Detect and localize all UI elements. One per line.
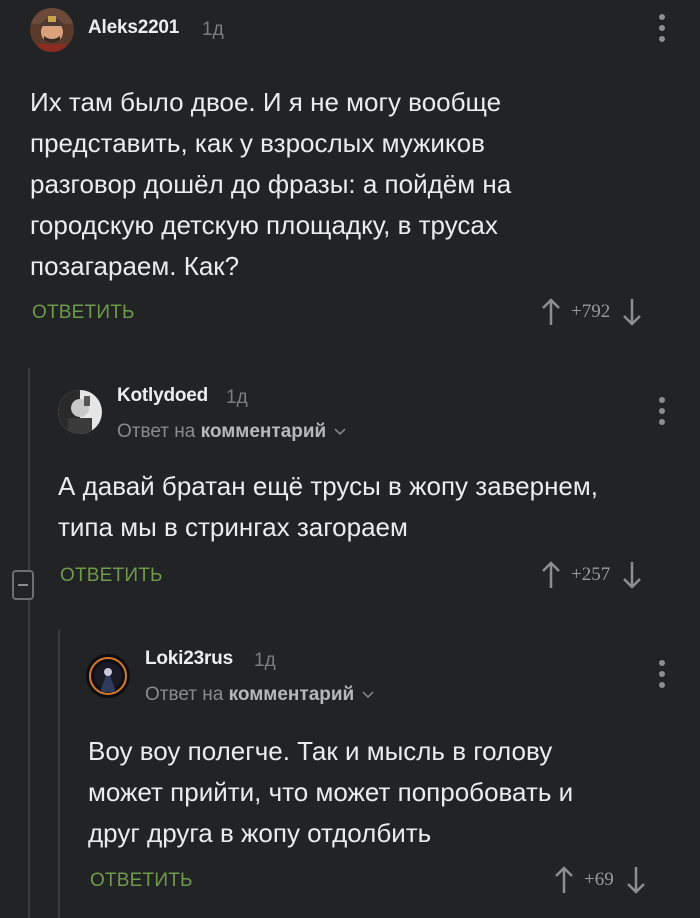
- chevron-down-icon[interactable]: [333, 427, 346, 437]
- comment-text: Их там было двое. И я не могу вообще пре…: [30, 82, 511, 287]
- comment-time: 1д: [226, 387, 248, 408]
- chevron-down-icon[interactable]: [361, 690, 374, 700]
- comment-time: 1д: [202, 19, 224, 40]
- comment-text-line: типа мы в стрингах загораем: [58, 512, 408, 542]
- reply-to-prefix: Ответ на: [145, 684, 224, 705]
- rating: +257: [571, 564, 611, 585]
- reply-to[interactable]: Ответ на комментарий: [117, 421, 346, 443]
- comment-text-line: Воу воу полегче. Так и мысль в голову: [88, 736, 553, 766]
- more-vertical-icon[interactable]: [658, 660, 666, 688]
- reply-to-target[interactable]: комментарий: [229, 684, 355, 705]
- comment-text-line: позагараем. Как?: [30, 251, 240, 281]
- arrow-up-icon[interactable]: [541, 298, 561, 326]
- more-vertical-icon[interactable]: [658, 14, 666, 42]
- reply-to[interactable]: Ответ на комментарий: [145, 684, 374, 706]
- comment-text-line: А давай братан ещё трусы в жопу завернем…: [58, 471, 598, 501]
- reply-to-prefix: Ответ на: [117, 421, 196, 442]
- thread-line-level-2: [58, 630, 60, 918]
- arrow-down-icon[interactable]: [626, 866, 646, 894]
- avatar[interactable]: [30, 8, 74, 52]
- comment-text-line: Их там было двое. И я не могу вообще: [30, 87, 502, 117]
- reply-button[interactable]: ОТВЕТИТЬ: [60, 565, 163, 587]
- rating: +69: [584, 869, 614, 890]
- comment-text-line: представить, как у взрослых мужиков: [30, 128, 485, 158]
- username[interactable]: Aleks2201: [88, 17, 179, 39]
- comment-text: А давай братан ещё трусы в жопу завернем…: [58, 466, 598, 548]
- vote-block: +792: [541, 298, 642, 326]
- arrow-up-icon[interactable]: [554, 866, 574, 894]
- arrow-up-icon[interactable]: [541, 561, 561, 589]
- collapse-thread-button[interactable]: [12, 570, 34, 600]
- vote-block: +257: [541, 561, 642, 589]
- username[interactable]: Kotlydoed: [117, 385, 208, 407]
- vote-block: +69: [554, 866, 646, 894]
- thread-line-level-1: [28, 368, 30, 918]
- comment-text-line: может прийти, что может попробовать и: [88, 777, 574, 807]
- comment-text-line: друг друга в жопу отдолбить: [88, 818, 432, 848]
- rating: +792: [571, 301, 611, 322]
- comment-text-line: разговор дошёл до фразы: а пойдём на: [30, 169, 512, 199]
- arrow-down-icon[interactable]: [622, 298, 642, 326]
- comment-time: 1д: [254, 650, 276, 671]
- reply-to-target[interactable]: комментарий: [201, 421, 327, 442]
- comment-text-line: городскую детскую площадку, в трусах: [30, 210, 498, 240]
- avatar[interactable]: [58, 390, 102, 434]
- avatar[interactable]: [86, 654, 130, 698]
- more-vertical-icon[interactable]: [658, 397, 666, 425]
- arrow-down-icon[interactable]: [622, 561, 642, 589]
- reply-button[interactable]: ОТВЕТИТЬ: [90, 870, 193, 892]
- comment-text: Воу воу полегче. Так и мысль в голову мо…: [88, 731, 573, 854]
- reply-button[interactable]: ОТВЕТИТЬ: [32, 302, 135, 324]
- username[interactable]: Loki23rus: [145, 648, 233, 670]
